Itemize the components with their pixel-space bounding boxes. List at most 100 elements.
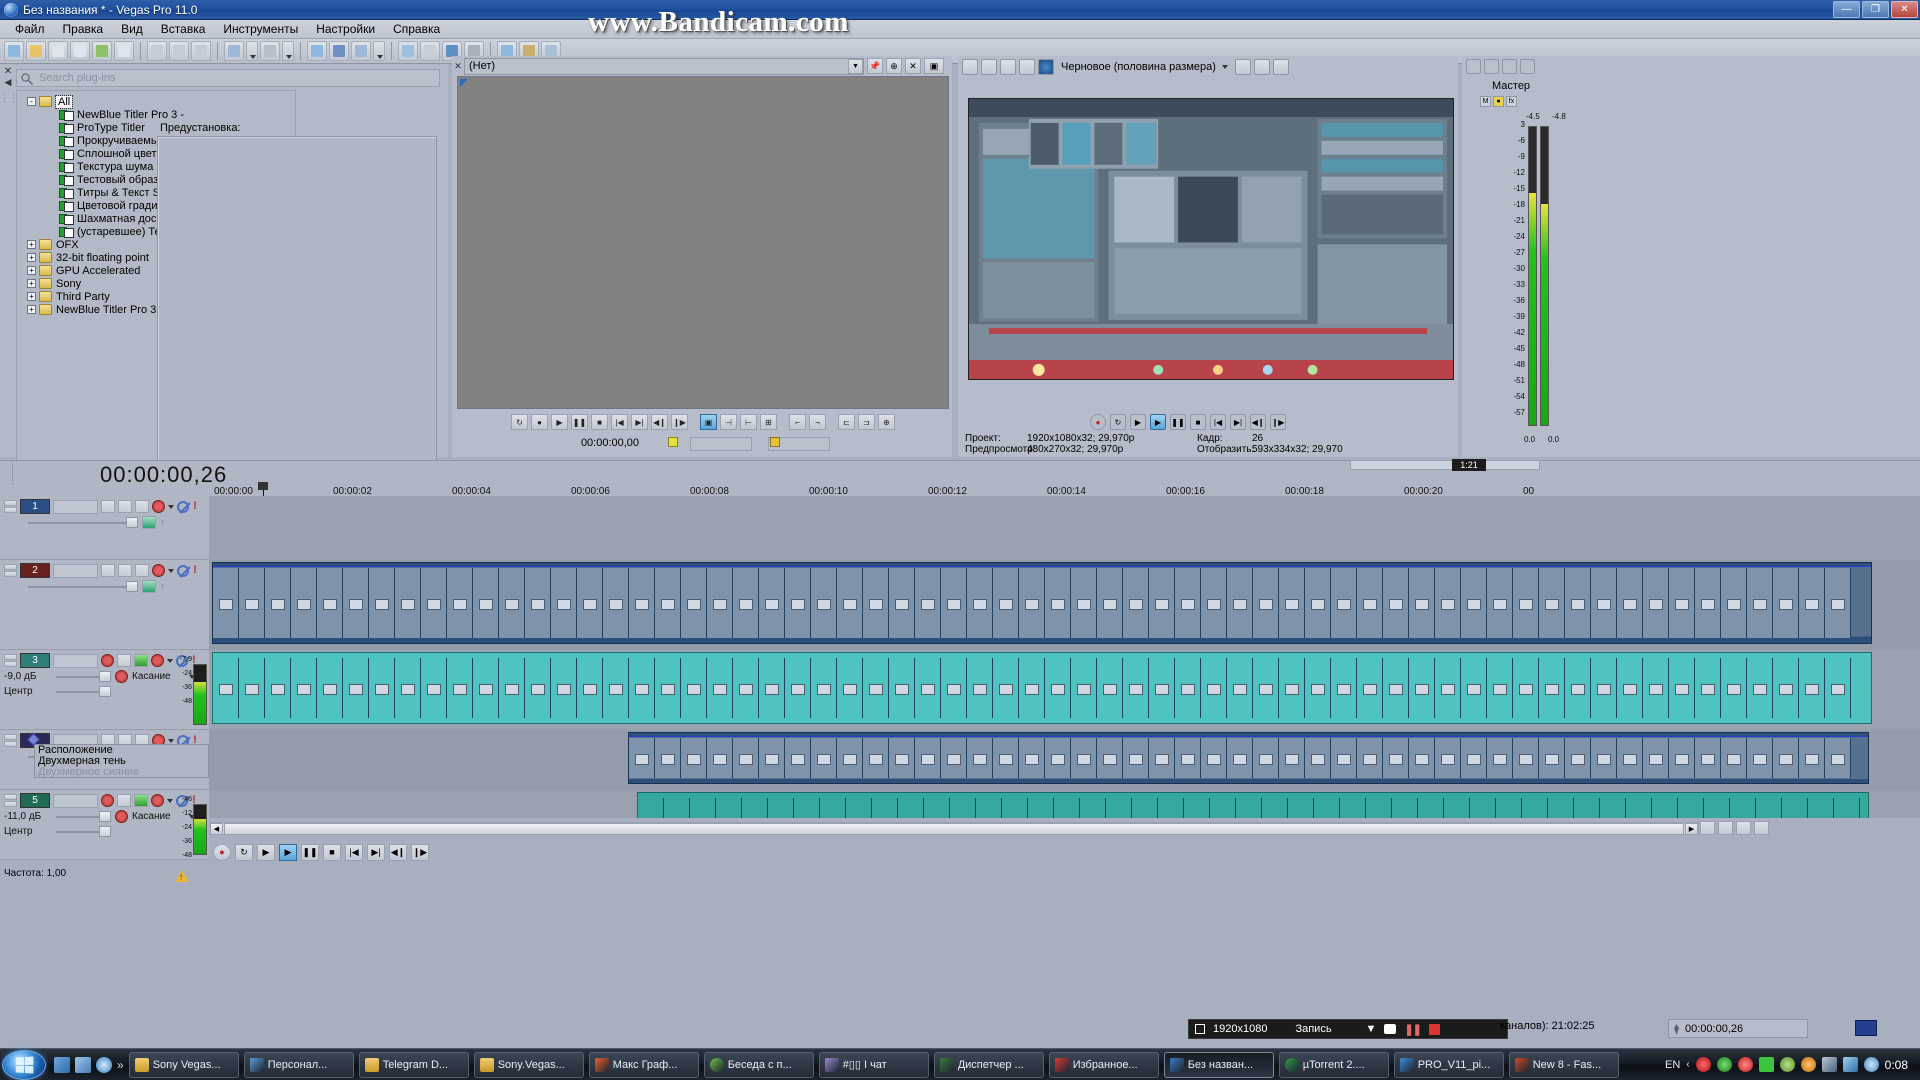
paste-icon[interactable] bbox=[191, 41, 211, 61]
utorrent-icon[interactable] bbox=[1716, 1057, 1732, 1072]
slider-knob[interactable] bbox=[126, 517, 138, 528]
scroll-thumb[interactable] bbox=[224, 822, 1684, 835]
insert-dropdown-icon[interactable] bbox=[373, 41, 385, 61]
mute-icon[interactable] bbox=[135, 500, 149, 513]
stop-icon[interactable]: ■ bbox=[591, 414, 608, 430]
phase-invert-icon[interactable] bbox=[134, 794, 148, 807]
play-icon[interactable]: ▶ bbox=[1150, 414, 1166, 430]
pause-icon[interactable]: ❚❚ bbox=[301, 843, 319, 861]
preview-icon[interactable] bbox=[981, 59, 997, 75]
track-motion-icon[interactable] bbox=[142, 580, 156, 593]
taskbar-item-4[interactable]: Макс Граф... bbox=[588, 1051, 699, 1078]
automation-settings-icon[interactable] bbox=[152, 564, 165, 577]
monitor-icon[interactable] bbox=[1821, 1057, 1837, 1072]
trim-icon[interactable]: ⊢ bbox=[740, 414, 757, 430]
track-fx-icon[interactable] bbox=[118, 564, 132, 577]
dock-icon[interactable] bbox=[1466, 58, 1481, 74]
track-minimize-maximize-buttons[interactable] bbox=[4, 499, 17, 514]
trimmer-close-icon[interactable]: ✕ bbox=[452, 61, 464, 72]
taskbar-item-5[interactable]: Беседа с п... bbox=[703, 1051, 814, 1078]
taskbar-item-12[interactable]: New 8 - Fas... bbox=[1508, 1051, 1619, 1078]
collapse-panel-icon[interactable]: ◀ bbox=[0, 77, 16, 88]
add-to-project-icon[interactable]: ⊕ bbox=[886, 58, 902, 74]
save-snapshot-icon[interactable] bbox=[1272, 59, 1289, 75]
tree-expander[interactable]: + bbox=[27, 266, 36, 275]
bandicam-control-bar[interactable]: 1920x1080 Запись ▼ ❚❚ bbox=[1188, 1019, 1508, 1039]
taskbar-item-0[interactable]: Sony Vegas... bbox=[128, 1051, 239, 1078]
automation-mode-label[interactable]: Касание bbox=[132, 671, 171, 682]
next-frame-icon[interactable]: ❙▶ bbox=[411, 843, 429, 861]
compositing-mode-icon[interactable] bbox=[101, 564, 115, 577]
menu-item-2[interactable]: Вид bbox=[112, 20, 152, 38]
go-to-end-icon[interactable]: ▶| bbox=[631, 414, 648, 430]
meters-icon[interactable] bbox=[1484, 58, 1499, 74]
taskbar-item-9[interactable]: Без назван... bbox=[1163, 1051, 1274, 1078]
envelope-menu[interactable]: Расположение Двухмерная тень Двухмерное си… bbox=[27, 733, 209, 778]
chevron-up-icon[interactable]: ‹ bbox=[1686, 1059, 1689, 1070]
timeline-track-row-2[interactable] bbox=[209, 560, 1920, 650]
phase-invert-icon[interactable] bbox=[134, 654, 148, 667]
track-header-5[interactable]: 5! -11,0 дБ Касание Центр -46 -12 -24 -36 -48 bbox=[0, 790, 209, 860]
next-frame-icon[interactable]: ❙▶ bbox=[1270, 414, 1286, 430]
preset-preview-box[interactable] bbox=[157, 136, 437, 478]
capture-icon[interactable] bbox=[1384, 1024, 1397, 1034]
track-level-slider[interactable] bbox=[28, 581, 138, 592]
solo-icon[interactable]: ! bbox=[192, 500, 198, 514]
chevron-down-icon[interactable] bbox=[168, 568, 174, 573]
settings-icon[interactable] bbox=[1253, 59, 1270, 75]
track-minimize-maximize-buttons[interactable] bbox=[4, 653, 17, 668]
chevron-down-icon[interactable]: ▼ bbox=[848, 58, 863, 74]
clip-fade-envelope[interactable] bbox=[629, 736, 1868, 737]
record-timecode-box[interactable]: 00:00:00,26 bbox=[1668, 1019, 1808, 1038]
go-to-start-icon[interactable]: |◀ bbox=[1210, 414, 1226, 430]
pause-icon[interactable]: ❚❚ bbox=[1170, 414, 1186, 430]
timeline-track-row-3[interactable] bbox=[209, 650, 1920, 730]
track-volume-label[interactable]: -11,0 дБ bbox=[4, 811, 52, 822]
timeline-overview-scrollbar[interactable] bbox=[1350, 460, 1540, 470]
track-level-slider[interactable] bbox=[28, 517, 138, 528]
menu-item-4[interactable]: Инструменты bbox=[214, 20, 307, 38]
tree-expander[interactable]: - bbox=[27, 97, 36, 106]
internet-explorer-icon[interactable] bbox=[96, 1056, 112, 1073]
tree-plugin-item[interactable]: ProType Titler bbox=[21, 121, 295, 134]
menu-item-1[interactable]: Правка bbox=[54, 20, 113, 38]
taskbar-item-8[interactable]: Избранное... bbox=[1048, 1051, 1159, 1078]
close-source-icon[interactable]: ✕ bbox=[905, 58, 921, 74]
volume-slider[interactable] bbox=[56, 671, 111, 682]
track-minimize-maximize-buttons[interactable] bbox=[4, 733, 17, 748]
region-icon[interactable]: ⊏ bbox=[838, 414, 855, 430]
timeline-track-row-1[interactable] bbox=[209, 496, 1920, 560]
taskbar-item-3[interactable]: Sony.Vegas... bbox=[473, 1051, 584, 1078]
automation-mode-label[interactable]: Касание bbox=[132, 811, 171, 822]
preview-quality-combo[interactable]: Черновое (половина размера) bbox=[1057, 58, 1232, 76]
start-orb-icon[interactable] bbox=[2, 1049, 46, 1080]
loop-icon[interactable]: ↻ bbox=[1110, 414, 1126, 430]
timeline-clip[interactable] bbox=[636, 792, 1869, 818]
envelope-menu-item[interactable]: Двухмерное сияние bbox=[35, 767, 208, 778]
stop-icon[interactable]: ■ bbox=[1190, 414, 1206, 430]
taskbar-item-6[interactable]: #▯▯ І чат bbox=[818, 1051, 929, 1078]
slider-knob[interactable] bbox=[99, 686, 111, 697]
mute-icon[interactable] bbox=[177, 564, 189, 577]
automatic-crossfades-icon[interactable] bbox=[398, 41, 418, 61]
parent-track-icon[interactable]: ↑ bbox=[160, 517, 168, 529]
track-fx-icon[interactable] bbox=[117, 654, 131, 667]
timeline-track-row-5[interactable] bbox=[209, 790, 1920, 818]
automation-settings-icon[interactable] bbox=[151, 794, 164, 807]
mute-icon[interactable] bbox=[177, 500, 189, 513]
record-icon[interactable]: ● bbox=[1090, 414, 1106, 430]
track-header-2[interactable]: 2! ↑ bbox=[0, 560, 209, 650]
volume-slider[interactable] bbox=[56, 811, 111, 822]
automation-settings-icon[interactable] bbox=[152, 500, 165, 513]
overlay-icon[interactable] bbox=[1019, 59, 1035, 75]
zoom-edit-icon[interactable] bbox=[1754, 821, 1769, 835]
stop-icon[interactable]: ■ bbox=[323, 843, 341, 861]
trimmer-source-combo[interactable]: (Нет) ▼ bbox=[464, 57, 864, 75]
split-screen-icon[interactable] bbox=[1000, 59, 1016, 75]
track-name-input[interactable] bbox=[53, 499, 98, 514]
chevron-down-icon[interactable] bbox=[167, 798, 173, 803]
slider-knob[interactable] bbox=[99, 671, 111, 682]
video-preview-screen[interactable] bbox=[968, 98, 1454, 380]
color-icon[interactable] bbox=[1038, 59, 1054, 75]
timeline-clip[interactable] bbox=[628, 732, 1869, 784]
